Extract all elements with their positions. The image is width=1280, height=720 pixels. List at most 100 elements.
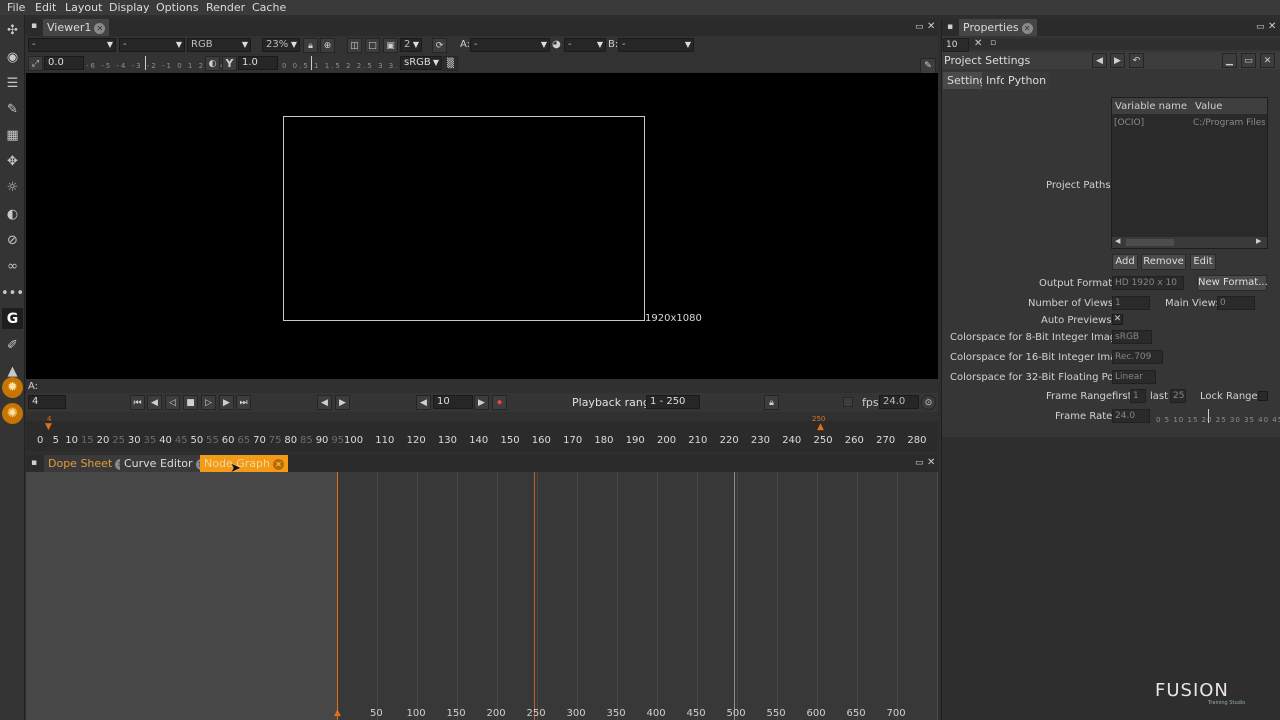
g-icon[interactable]: G: [2, 308, 23, 329]
float-icon[interactable]: ▭: [1241, 53, 1256, 68]
checker-icon[interactable]: ▒: [443, 56, 458, 71]
max-panels-field[interactable]: 10: [943, 38, 969, 52]
maximize-icon[interactable]: ▭: [915, 22, 924, 32]
scroll-thumb[interactable]: [1126, 239, 1174, 246]
remove-button[interactable]: Remove: [1141, 254, 1186, 270]
menu-layout[interactable]: Layout: [65, 1, 102, 14]
gamma-slider[interactable]: 0 0.5 1 1.5 2 2.5 3 3.5 4: [282, 55, 415, 71]
current-frame-field[interactable]: 4: [28, 395, 66, 409]
settings-icon[interactable]: ⊙: [921, 395, 936, 410]
tab-properties[interactable]: Properties ✕: [959, 19, 1037, 36]
clear-panels-icon[interactable]: ✕: [974, 38, 982, 49]
out-marker-icon[interactable]: ▲: [817, 422, 824, 432]
tab-dope-sheet[interactable]: Dope Sheet✕: [44, 455, 131, 472]
forward-icon[interactable]: ▶: [1110, 53, 1125, 68]
stop-icon[interactable]: ■: [183, 395, 198, 410]
undo-icon[interactable]: ↶: [1129, 53, 1144, 68]
composite-icon[interactable]: ◕: [552, 39, 561, 50]
input-b-select[interactable]: - ▼: [618, 38, 694, 52]
layers-icon[interactable]: ☰: [2, 73, 23, 94]
menu-options[interactable]: Options: [156, 1, 198, 14]
minimize-all-icon[interactable]: ▫: [990, 38, 996, 48]
num-views-field[interactable]: 1: [1112, 296, 1150, 310]
horizontal-scrollbar[interactable]: ◀ ▶: [1112, 237, 1267, 248]
menu-render[interactable]: Render: [206, 1, 245, 14]
layer-select[interactable]: - ▼: [28, 38, 116, 52]
scroll-left-icon[interactable]: ◀: [1115, 237, 1120, 245]
pin-icon[interactable]: ✎: [920, 58, 936, 74]
fps-checkbox[interactable]: [843, 397, 853, 407]
filter-icon[interactable]: ☼: [2, 177, 23, 198]
transform-icon[interactable]: ∞: [2, 256, 23, 277]
cs16-select[interactable]: Rec.709: [1112, 350, 1163, 364]
gain-icon[interactable]: ⤢: [28, 56, 43, 71]
menu-cache[interactable]: Cache: [252, 1, 286, 14]
image-icon[interactable]: ◉: [2, 47, 23, 68]
next-key-icon[interactable]: ▶: [219, 395, 234, 410]
slider-handle[interactable]: [1208, 409, 1209, 423]
target-icon[interactable]: ⊕: [320, 38, 335, 53]
main-view-field[interactable]: 0: [1217, 296, 1255, 310]
composite-select[interactable]: - ▼: [564, 38, 606, 52]
cs32-select[interactable]: Linear: [1112, 370, 1156, 384]
close-icon[interactable]: ✕: [94, 22, 106, 34]
prev-key-icon[interactable]: ◀: [147, 395, 162, 410]
panel-menu-icon[interactable]: ▪: [944, 21, 956, 33]
fire-alt-icon[interactable]: ✺: [2, 403, 23, 424]
refresh-icon[interactable]: ⟳: [432, 38, 447, 53]
alpha-select[interactable]: - ▼: [119, 38, 185, 52]
dope-sheet-tree[interactable]: [26, 472, 337, 720]
tab-node-graph[interactable]: Node Graph ✕: [200, 455, 288, 472]
other-icon[interactable]: ✐: [2, 335, 23, 356]
maximize-icon[interactable]: ▭: [1256, 22, 1265, 32]
viewer-canvas[interactable]: 1920x1080: [26, 73, 938, 379]
close-pane-icon[interactable]: ✕: [927, 21, 935, 32]
color-icon[interactable]: ✥: [2, 151, 23, 172]
close-icon[interactable]: ✕: [1021, 22, 1033, 34]
square-icon[interactable]: □: [365, 38, 380, 53]
back-icon[interactable]: ◀: [1092, 53, 1107, 68]
keyer-icon[interactable]: ◐: [2, 204, 23, 225]
playhead-marker-icon[interactable]: ▲: [334, 708, 341, 718]
paint-icon[interactable]: ✎: [2, 99, 23, 120]
last-frame-icon[interactable]: ⏭: [236, 395, 251, 410]
in-marker-icon[interactable]: ▼: [45, 422, 52, 432]
menu-file[interactable]: File: [7, 1, 25, 14]
frame-rate-field[interactable]: 24.0: [1112, 409, 1150, 423]
timeline[interactable]: 4 ▼ 250 ▲ 0 5 10 20 30 40 50 60 70 80 90 100 110 120 1…: [26, 415, 938, 451]
edit-button[interactable]: Edit: [1190, 254, 1216, 270]
tab-curve-editor[interactable]: Curve Editor✕: [120, 455, 211, 472]
keyframe-graph[interactable]: ▲ 50 100 150 200 250 300 350 400 450 500 550 600 650…: [334, 472, 938, 720]
input-a-select[interactable]: - ▼: [470, 38, 550, 52]
lock-icon[interactable]: 🔒︎: [764, 395, 779, 410]
merge-icon[interactable]: ⊘: [2, 230, 23, 251]
add-button[interactable]: Add: [1112, 254, 1138, 270]
menu-display[interactable]: Display: [109, 1, 150, 14]
nodes-icon[interactable]: ✣: [2, 20, 23, 41]
zoom-select[interactable]: 23% ▼: [262, 38, 300, 52]
region-icon[interactable]: ◫: [347, 38, 362, 53]
first-frame-field[interactable]: 1: [1130, 389, 1146, 403]
cs8-select[interactable]: sRGB: [1112, 330, 1152, 344]
new-format-button[interactable]: New Format...: [1197, 275, 1268, 291]
project-paths-table[interactable]: Variable name Value [OCIO] C:/Program Fi…: [1111, 97, 1268, 249]
maximize-icon[interactable]: ▭: [915, 458, 924, 468]
first-frame-icon[interactable]: ⏮: [130, 395, 145, 410]
gamma-field[interactable]: 1.0: [238, 56, 278, 70]
play-backward-icon[interactable]: ◁: [165, 395, 180, 410]
lock-range-checkbox[interactable]: [1258, 391, 1268, 401]
close-pane-icon[interactable]: ✕: [1268, 21, 1276, 32]
3d-icon[interactable]: •••: [1, 283, 24, 304]
skip-forward-icon[interactable]: ▶: [474, 395, 489, 410]
slider-handle[interactable]: [311, 56, 312, 70]
table-cell[interactable]: C:/Program Files: [1193, 118, 1265, 128]
playhead-line[interactable]: [337, 472, 338, 720]
close-icon[interactable]: ✕: [1260, 53, 1275, 68]
colorspace-select[interactable]: sRGB ▼: [400, 56, 442, 70]
fire-icon[interactable]: ✹: [2, 377, 23, 398]
table-cell[interactable]: [OCIO]: [1114, 118, 1144, 128]
tab-python[interactable]: Python: [1004, 72, 1051, 89]
gain-field[interactable]: 0.0: [44, 56, 84, 70]
gamma-icon[interactable]: Y: [222, 56, 237, 71]
gain-slider[interactable]: -6 -5 -4 -3 -2 -1 0 1 2 3 4 5 6: [86, 55, 246, 71]
